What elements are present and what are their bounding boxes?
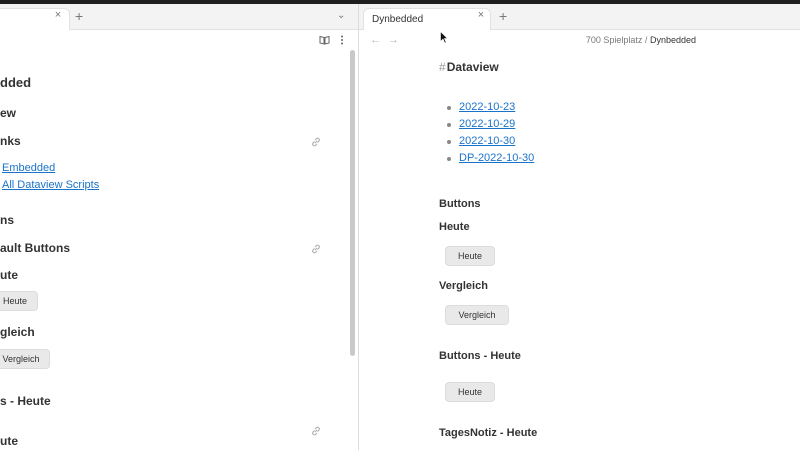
heute-button[interactable]: Heute [445, 246, 495, 266]
breadcrumb-current: Dynbedded [649, 35, 696, 45]
buttons-heute-button[interactable]: Heute [445, 382, 495, 402]
heading-hash: # [439, 60, 446, 74]
left-pane: × + ⌄ dded ew nks Embedded All Dataview … [0, 4, 358, 450]
heading-ns: ns [0, 213, 15, 227]
chevron-down-icon[interactable]: ⌄ [337, 10, 345, 21]
link-embedded[interactable]: Embedded [2, 162, 55, 174]
close-icon[interactable]: × [52, 10, 64, 22]
heading-default-buttons: ault Buttons [0, 241, 70, 255]
dataview-list: 2022-10-23 2022-10-29 2022-10-30 DP-2022… [447, 101, 534, 169]
link-all-dataview-scripts[interactable]: All Dataview Scripts [2, 179, 99, 191]
heading-links: nks [0, 134, 21, 148]
back-arrow-icon[interactable]: ← [370, 34, 381, 46]
close-icon[interactable]: × [475, 10, 487, 22]
breadcrumb-separator: / [644, 35, 648, 45]
heading-vergleich: gleich [0, 325, 35, 339]
new-tab-icon[interactable]: + [499, 9, 507, 23]
list-item[interactable]: 2022-10-30 [447, 135, 534, 152]
forward-arrow-icon[interactable]: → [388, 34, 399, 46]
new-tab-icon[interactable]: + [75, 9, 83, 23]
tab-dynbedded[interactable]: Dynbedded [363, 8, 491, 30]
heading-buttons: Buttons [439, 198, 481, 210]
heading-view: ew [0, 106, 17, 120]
heading-heute-2: ute [0, 434, 18, 448]
heading-vergleich: Vergleich [439, 280, 488, 292]
heute-button[interactable]: Heute [0, 291, 38, 311]
vergleich-button[interactable]: Vergleich [0, 349, 50, 369]
mouse-cursor-icon [440, 31, 448, 44]
breadcrumb-folder[interactable]: 700 Spielplatz [586, 35, 643, 45]
list-item[interactable]: DP-2022-10-30 [447, 152, 534, 169]
heading-heute: ute [0, 268, 18, 282]
left-tab-strip: × + ⌄ [0, 4, 358, 30]
link-icon[interactable] [310, 425, 322, 437]
heading-tagesnotiz-heute: TagesNotiz - Heute [439, 427, 538, 439]
breadcrumb: 700 Spielplatz / Dynbedded [586, 35, 696, 45]
heading-buttons-heute: Buttons - Heute [439, 350, 521, 362]
heading-dataview: #Dataview [439, 60, 499, 74]
heading-buttons-heute: s - Heute [0, 394, 51, 408]
link-icon[interactable] [310, 136, 322, 148]
heading-heute: Heute [439, 221, 470, 233]
more-vertical-icon[interactable] [340, 35, 344, 45]
right-pane: Dynbedded × + ← → 700 Spielplatz / Dynbe… [359, 4, 800, 450]
heading-text: Dataview [446, 60, 499, 74]
link-icon[interactable] [310, 243, 322, 255]
vergleich-button[interactable]: Vergleich [445, 305, 509, 325]
list-item[interactable]: 2022-10-29 [447, 118, 534, 135]
right-tab-strip: Dynbedded × + [359, 4, 800, 30]
note-title: dded [0, 75, 32, 90]
tab-label: Dynbedded [372, 14, 424, 25]
book-open-icon[interactable] [319, 35, 330, 45]
left-scrollbar[interactable] [350, 50, 355, 356]
list-item[interactable]: 2022-10-23 [447, 101, 534, 118]
